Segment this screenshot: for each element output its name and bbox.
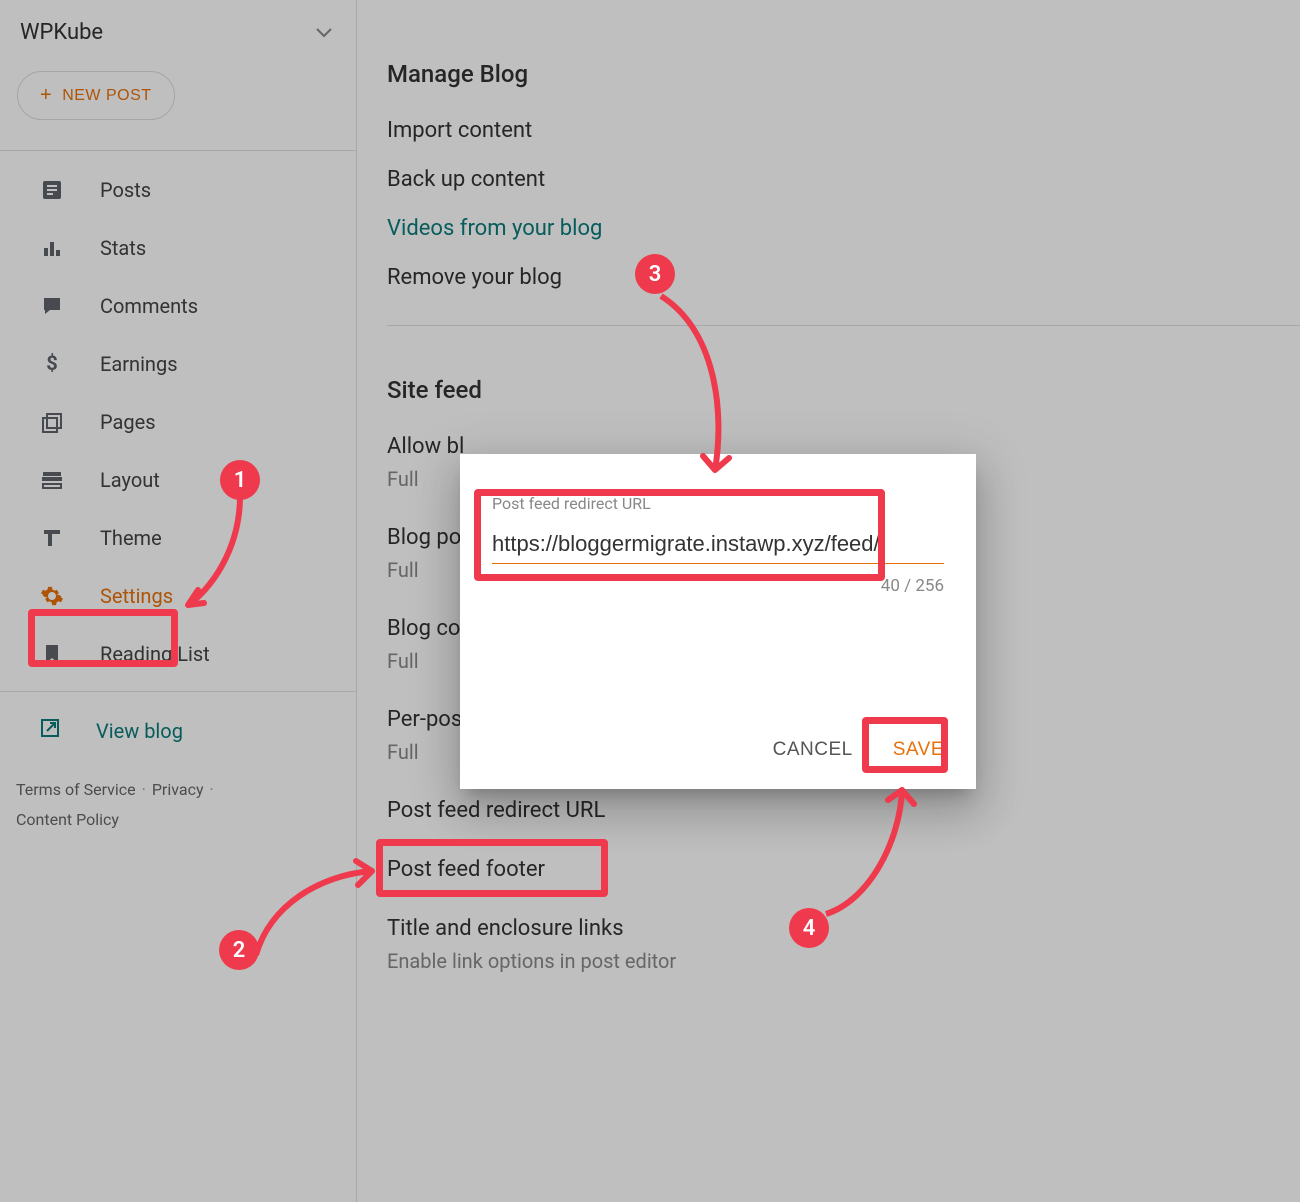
nav-label: Stats	[100, 236, 146, 260]
blog-title: WPKube	[20, 20, 103, 45]
nav-label: Pages	[100, 410, 156, 434]
setting-post-feed-footer[interactable]: Post feed footer	[387, 857, 1300, 882]
setting-label: Post feed footer	[387, 857, 1300, 882]
plus-icon: +	[40, 84, 52, 107]
external-link-icon	[38, 716, 62, 745]
setting-sub: Enable link options in post editor	[387, 949, 676, 973]
nav-label: Posts	[100, 178, 151, 202]
backup-content-link[interactable]: Back up content	[387, 167, 1300, 192]
setting-label: Post feed redirect URL	[387, 798, 1300, 823]
dialog-field: Post feed redirect URL 40 / 256	[492, 494, 944, 596]
sidebar: WPKube + NEW POST Posts Stats Comments	[0, 0, 357, 1202]
videos-link[interactable]: Videos from your blog	[387, 216, 1300, 241]
divider	[0, 691, 356, 692]
dialog-field-label: Post feed redirect URL	[492, 494, 944, 513]
footer-links: Terms of Service · Privacy · Content Policy	[0, 761, 356, 850]
post-feed-redirect-dialog: Post feed redirect URL 40 / 256 CANCEL S…	[460, 454, 976, 789]
setting-value: Full	[387, 467, 419, 491]
setting-value: Full	[387, 558, 419, 582]
comments-icon	[38, 294, 66, 318]
new-post-button[interactable]: + NEW POST	[17, 71, 175, 120]
nav-label: Earnings	[100, 352, 178, 376]
stats-icon	[38, 236, 66, 260]
nav-item-settings[interactable]: Settings	[0, 567, 356, 625]
nav-label: Settings	[100, 584, 173, 608]
privacy-link[interactable]: Privacy	[152, 780, 204, 799]
nav-item-theme[interactable]: Theme	[0, 509, 356, 567]
divider	[0, 150, 356, 151]
nav-item-layout[interactable]: Layout	[0, 451, 356, 509]
nav-item-reading-list[interactable]: Reading List	[0, 625, 356, 683]
dialog-actions: CANCEL SAVE	[773, 739, 944, 761]
new-post-label: NEW POST	[62, 87, 151, 105]
nav-label: Reading List	[100, 642, 210, 666]
dialog-char-counter: 40 / 256	[492, 576, 944, 596]
site-feed-heading: Site feed	[387, 376, 1300, 404]
nav-list: Posts Stats Comments $ Earnings Pages La…	[0, 161, 356, 683]
blog-selector[interactable]: WPKube	[0, 0, 356, 61]
manage-blog-heading: Manage Blog	[387, 60, 1300, 88]
separator-dot: ·	[142, 780, 146, 799]
nav-label: Layout	[100, 468, 160, 492]
save-button[interactable]: SAVE	[893, 739, 944, 761]
nav-label: Theme	[100, 526, 162, 550]
earnings-icon: $	[38, 352, 66, 376]
pages-icon	[38, 410, 66, 434]
layout-icon	[38, 468, 66, 492]
import-content-link[interactable]: Import content	[387, 118, 1300, 143]
bookmark-icon	[38, 642, 66, 666]
view-blog-label: View blog	[96, 719, 183, 743]
nav-item-earnings[interactable]: $ Earnings	[0, 335, 356, 393]
remove-blog-link[interactable]: Remove your blog	[387, 265, 1300, 290]
post-feed-redirect-input[interactable]	[492, 527, 944, 564]
gear-icon	[38, 584, 66, 608]
svg-text:$: $	[46, 352, 57, 375]
nav-item-posts[interactable]: Posts	[0, 161, 356, 219]
post-icon	[38, 178, 66, 202]
terms-link[interactable]: Terms of Service	[16, 780, 136, 799]
nav-item-pages[interactable]: Pages	[0, 393, 356, 451]
setting-label: Title and enclosure links	[387, 916, 1300, 941]
setting-value: Full	[387, 649, 419, 673]
setting-title-enclosure[interactable]: Title and enclosure links Enable link op…	[387, 916, 1300, 973]
chevron-down-icon	[316, 28, 332, 38]
separator-dot: ·	[210, 780, 214, 799]
theme-icon	[38, 526, 66, 550]
nav-item-stats[interactable]: Stats	[0, 219, 356, 277]
nav-label: Comments	[100, 294, 198, 318]
setting-post-feed-redirect[interactable]: Post feed redirect URL	[387, 798, 1300, 823]
view-blog-link[interactable]: View blog	[0, 700, 356, 761]
cancel-button[interactable]: CANCEL	[773, 739, 853, 761]
setting-value: Full	[387, 740, 419, 764]
content-policy-link[interactable]: Content Policy	[16, 810, 119, 829]
divider	[387, 325, 1300, 326]
nav-item-comments[interactable]: Comments	[0, 277, 356, 335]
